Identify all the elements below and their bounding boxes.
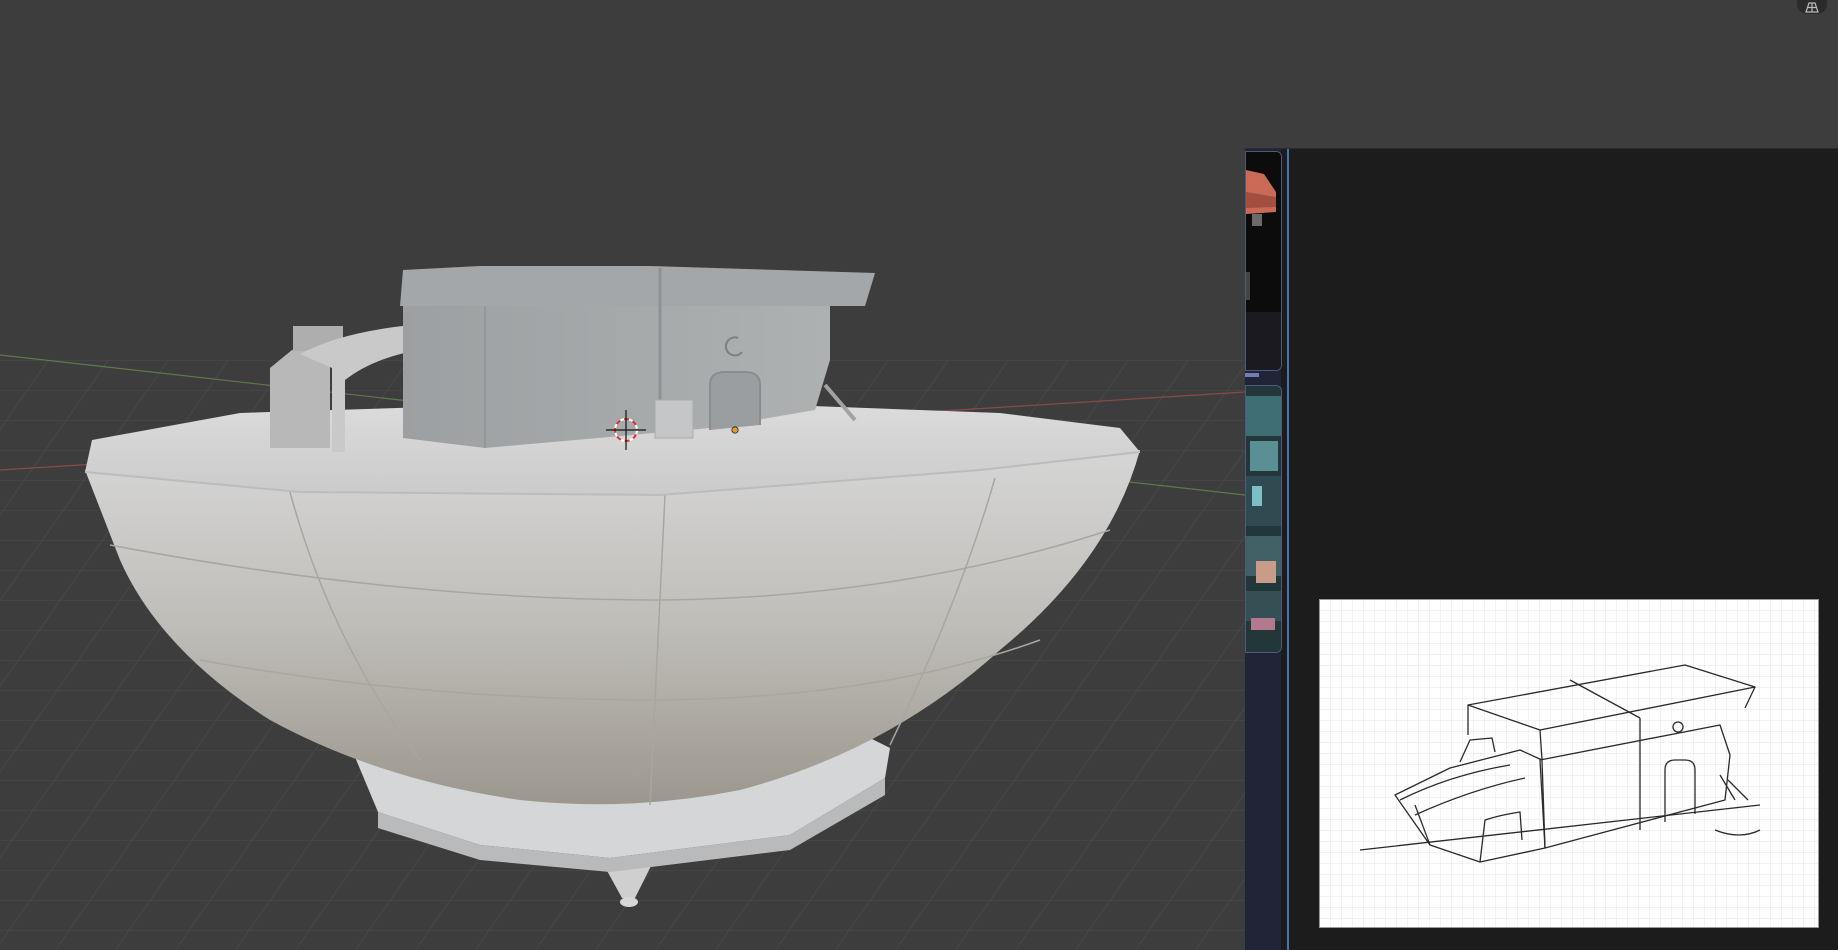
viewport-scene: [0, 266, 1245, 949]
thumbnail-red-machine-art: [1246, 152, 1281, 370]
thumbnail-separator: [1245, 373, 1259, 377]
door: [709, 371, 761, 430]
origin-point-icon[interactable]: [731, 426, 739, 434]
bottom-spike-tip: [620, 897, 638, 907]
top-empty-area: [1245, 0, 1838, 148]
grid-view-glyph: [1805, 1, 1819, 13]
thumbnail-cyberpunk-scene[interactable]: [1245, 385, 1282, 653]
step-block: [654, 399, 694, 439]
grid-view-icon[interactable]: [1797, 0, 1827, 14]
thumbnail-cyberpunk-art: [1246, 386, 1281, 652]
reference-sketch-image: [1319, 599, 1819, 928]
reference-panel[interactable]: [1245, 148, 1838, 950]
box-roof: [400, 266, 875, 306]
3d-viewport[interactable]: [0, 0, 1245, 949]
panel-divider[interactable]: [1287, 149, 1289, 950]
thumbnail-strip[interactable]: [1245, 149, 1282, 950]
sketch-drawing: [1320, 600, 1818, 927]
thumbnail-red-machine[interactable]: [1245, 151, 1282, 371]
